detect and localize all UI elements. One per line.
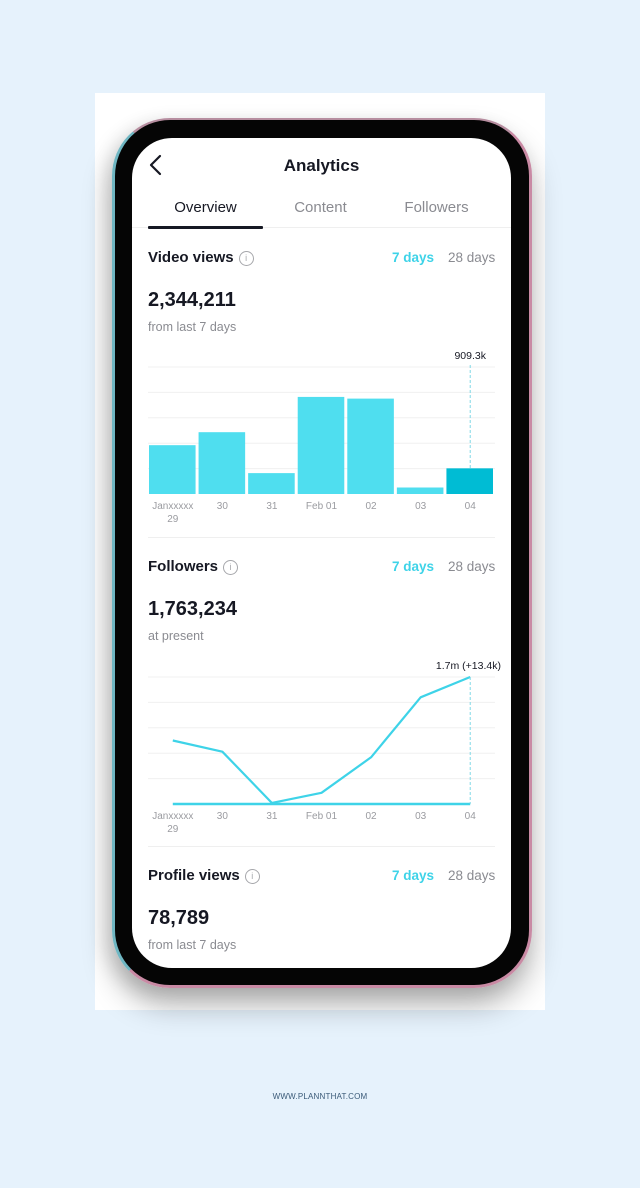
followers-line-chart: Janxxxxx 29 30 31 Feb 01 02 03 04 1.7m (+13.4k) [148,660,501,835]
tab-followers[interactable]: Followers [379,199,494,216]
bar [446,468,493,494]
section-divider [148,846,495,847]
followers-28-days-toggle[interactable]: 28 days [448,559,495,574]
followers-7-days-toggle[interactable]: 7 days [392,559,434,574]
x-tick-label: 02 [366,811,378,822]
video-views-value: 2,344,211 [148,289,236,311]
x-tick-label: 31 [266,501,278,512]
video-views-28-days-toggle[interactable]: 28 days [448,250,495,265]
x-tick-label: 03 [415,811,427,822]
followers-label: Followers [148,558,219,575]
x-tick-label: Feb 01 [306,501,338,512]
x-tick-label: Feb 01 [306,811,338,822]
bar [149,445,196,494]
followers-value: 1,763,234 [148,598,237,620]
phone-screen: Analytics Overview Content Followers Vid… [132,138,511,968]
section-divider [148,537,495,538]
highlight-value-label: 1.7m (+13.4k) [436,660,501,672]
x-tick-label: 31 [266,811,278,822]
active-tab-indicator [148,226,263,229]
bar [396,487,444,494]
x-tick-label: 29 [167,824,179,835]
x-tick-label: 04 [465,811,477,822]
bar [297,396,345,494]
x-tick-label: 03 [415,501,427,512]
x-tick-label: 29 [167,514,179,525]
profile-views-value: 78,789 [148,907,210,929]
video-views-label: Video views [148,249,234,266]
info-icon[interactable]: i [244,869,260,884]
followers-subtitle: at present [148,629,204,643]
x-tick-label: Janxxxxx [152,811,193,822]
profile-views-title: Profile views i [148,867,260,884]
footer-url: WWW.PLANNTHAT.COM [272,1092,368,1101]
x-tick-label: 04 [465,501,477,512]
info-icon[interactable]: i [223,560,239,575]
x-tick-label: 02 [366,501,378,512]
profile-views-label: Profile views [148,867,240,884]
profile-views-7-days-toggle[interactable]: 7 days [392,868,434,883]
x-tick-label: Janxxxxx [152,501,193,512]
page-title: Analytics [283,156,360,175]
bar [347,398,394,494]
tab-content[interactable]: Content [263,199,378,216]
followers-series-line [172,675,471,805]
video-views-bar-chart: Janxxxxx 29 30 31 Feb 01 02 03 04 909.3k [148,350,495,525]
video-views-title: Video views i [148,249,254,266]
tab-overview[interactable]: Overview [148,199,263,216]
bar [248,473,295,494]
highlight-value-label: 909.3k [454,350,486,362]
bar [198,432,246,494]
info-icon[interactable]: i [238,251,254,266]
video-views-7-days-toggle[interactable]: 7 days [392,250,434,265]
video-views-subtitle: from last 7 days [148,320,237,334]
followers-title: Followers i [148,558,239,575]
profile-views-subtitle: from last 7 days [148,938,237,952]
profile-views-28-days-toggle[interactable]: 28 days [448,868,495,883]
x-tick-label: 30 [217,501,229,512]
x-tick-label: 30 [217,811,229,822]
